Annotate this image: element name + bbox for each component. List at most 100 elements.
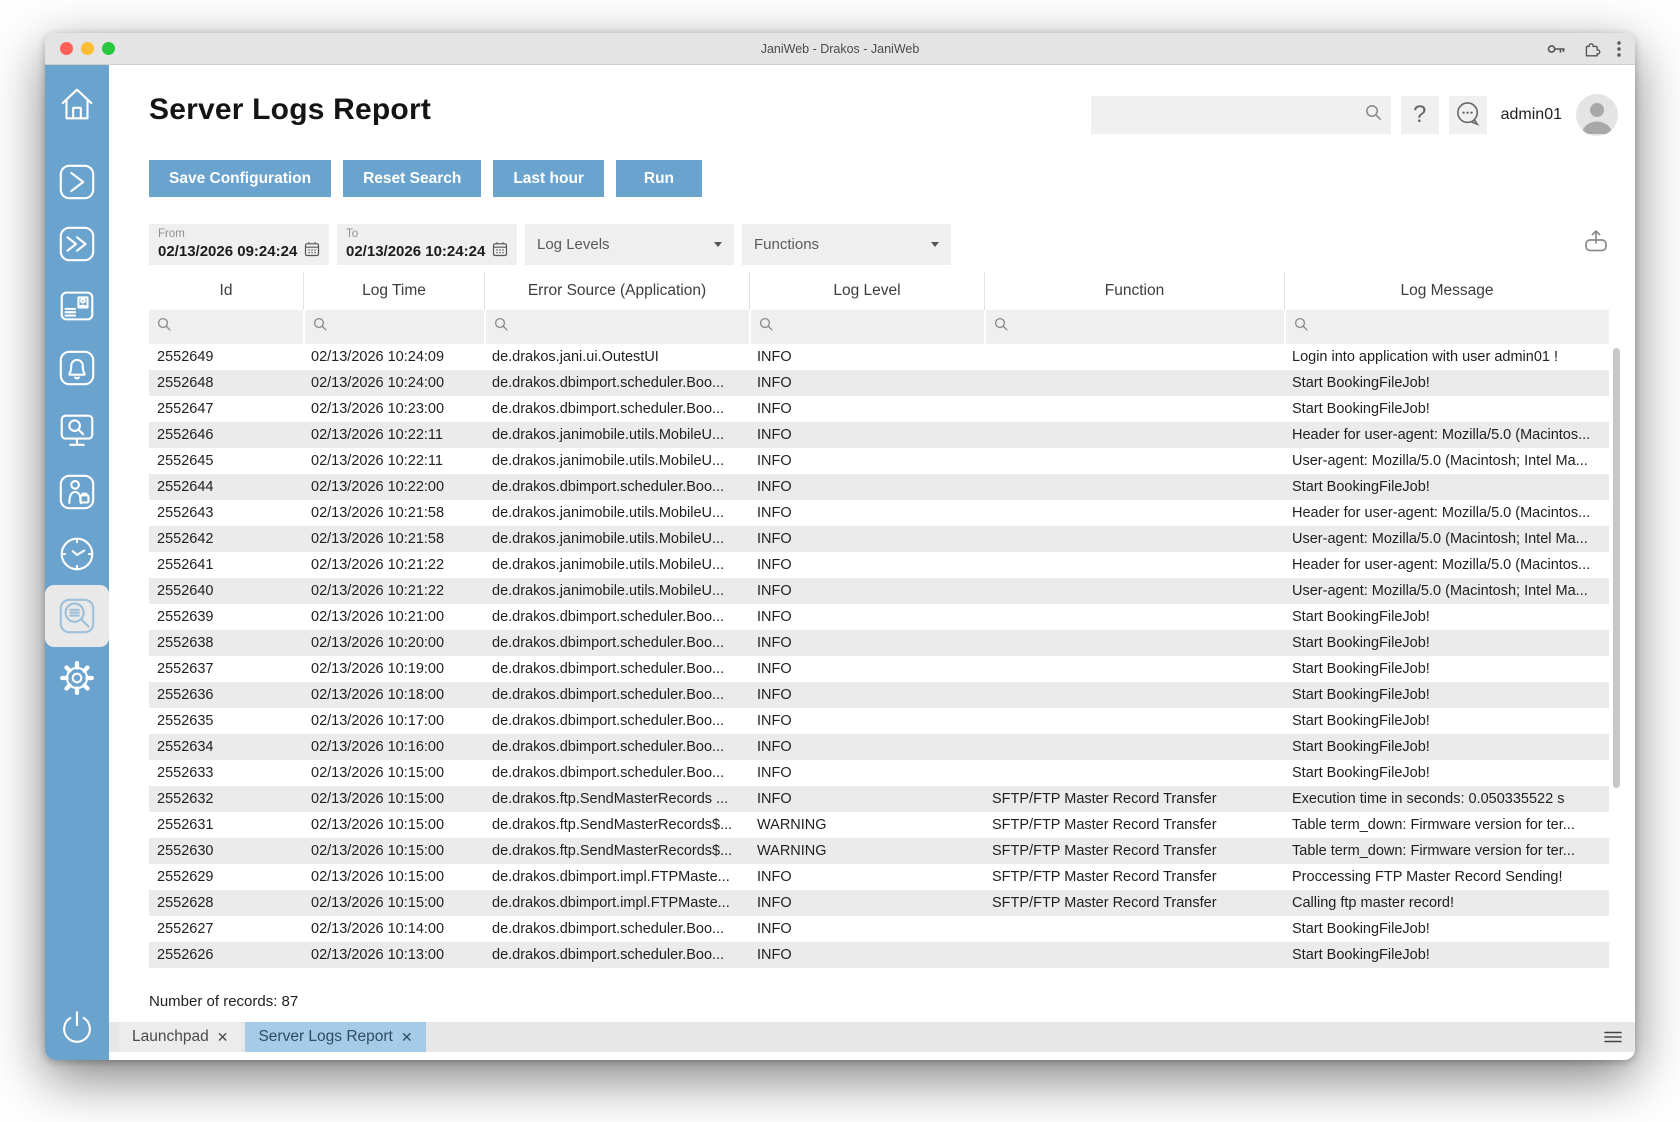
column-header-1[interactable]: Log Time <box>303 272 484 310</box>
log-row[interactable]: 255263802/13/2026 10:20:00de.drakos.dbim… <box>149 630 1609 656</box>
sidebar-item-processes[interactable] <box>45 213 109 275</box>
tab-list-menu-icon[interactable] <box>1604 1031 1622 1043</box>
run-button[interactable]: Run <box>616 160 702 197</box>
column-filter-input-0[interactable] <box>149 310 303 344</box>
chat-bubble-icon <box>1453 99 1483 132</box>
column-filter-input-4[interactable] <box>984 310 1284 344</box>
log-cell: Start BookingFileJob! <box>1284 942 1609 968</box>
help-button[interactable]: ? <box>1401 96 1439 134</box>
log-cell: INFO <box>749 682 984 708</box>
chevron-right-icon <box>56 161 98 203</box>
maximize-window-icon[interactable] <box>102 42 115 55</box>
log-cell: de.drakos.dbimport.scheduler.Boo... <box>484 708 749 734</box>
log-row[interactable]: 255262702/13/2026 10:14:00de.drakos.dbim… <box>149 916 1609 942</box>
column-filter-input-5[interactable] <box>1284 310 1609 344</box>
log-cell: Header for user-agent: Mozilla/5.0 (Maci… <box>1284 500 1609 526</box>
log-cell: 2552649 <box>149 344 303 370</box>
log-row[interactable]: 255263202/13/2026 10:15:00de.drakos.ftp.… <box>149 786 1609 812</box>
log-row[interactable]: 255262902/13/2026 10:15:00de.drakos.dbim… <box>149 864 1609 890</box>
sidebar-item-launch[interactable] <box>45 151 109 213</box>
log-row[interactable]: 255263402/13/2026 10:16:00de.drakos.dbim… <box>149 734 1609 760</box>
sidebar-item-server-logs[interactable] <box>45 585 109 647</box>
column-filter-input-2[interactable] <box>484 310 749 344</box>
extensions-icon[interactable] <box>1583 40 1601 58</box>
log-cell: INFO <box>749 396 984 422</box>
log-row[interactable]: 255263702/13/2026 10:19:00de.drakos.dbim… <box>149 656 1609 682</box>
log-cell <box>984 604 1284 630</box>
avatar[interactable] <box>1576 94 1618 136</box>
log-row[interactable]: 255264602/13/2026 10:22:11de.drakos.jani… <box>149 422 1609 448</box>
log-cell: SFTP/FTP Master Record Transfer <box>984 786 1284 812</box>
sidebar-item-settings[interactable] <box>45 647 109 709</box>
tab-close-icon[interactable]: ✕ <box>217 1029 229 1046</box>
log-row[interactable]: 255262602/13/2026 10:13:00de.drakos.dbim… <box>149 942 1609 968</box>
sidebar-item-monitor-search[interactable] <box>45 399 109 461</box>
log-row[interactable]: 255263502/13/2026 10:17:00de.drakos.dbim… <box>149 708 1609 734</box>
to-datetime-field[interactable]: To 02/13/2026 10:24:24 <box>337 224 517 265</box>
save-configuration-button[interactable]: Save Configuration <box>149 160 331 197</box>
traffic-lights <box>60 42 115 55</box>
log-cell <box>984 370 1284 396</box>
column-filter-input-3[interactable] <box>749 310 984 344</box>
export-button[interactable] <box>1579 225 1613 259</box>
log-row[interactable]: 255264702/13/2026 10:23:00de.drakos.dbim… <box>149 396 1609 422</box>
sidebar-item-hr[interactable] <box>45 461 109 523</box>
close-window-icon[interactable] <box>60 42 73 55</box>
sidebar-item-logout[interactable] <box>45 996 109 1058</box>
calendar-icon[interactable] <box>304 241 320 262</box>
column-header-4[interactable]: Function <box>984 272 1284 310</box>
log-row[interactable]: 255264402/13/2026 10:22:00de.drakos.dbim… <box>149 474 1609 500</box>
minimize-window-icon[interactable] <box>81 42 94 55</box>
log-row[interactable]: 255264102/13/2026 10:21:22de.drakos.jani… <box>149 552 1609 578</box>
log-cell <box>984 630 1284 656</box>
table-scrollbar-thumb[interactable] <box>1613 348 1620 788</box>
gear-icon <box>56 657 98 699</box>
log-row[interactable]: 255264902/13/2026 10:24:09de.drakos.jani… <box>149 344 1609 370</box>
column-header-3[interactable]: Log Level <box>749 272 984 310</box>
passkey-icon[interactable] <box>1547 42 1567 56</box>
log-row[interactable]: 255262802/13/2026 10:15:00de.drakos.dbim… <box>149 890 1609 916</box>
log-cell: 02/13/2026 10:15:00 <box>303 890 484 916</box>
log-cell <box>984 396 1284 422</box>
bell-icon <box>56 347 98 389</box>
log-cell: de.drakos.dbimport.scheduler.Boo... <box>484 396 749 422</box>
log-cell: 2552638 <box>149 630 303 656</box>
column-header-2[interactable]: Error Source (Application) <box>484 272 749 310</box>
reset-search-button[interactable]: Reset Search <box>343 160 481 197</box>
log-cell: 2552629 <box>149 864 303 890</box>
log-cell: Start BookingFileJob! <box>1284 474 1609 500</box>
search-icon <box>157 317 172 337</box>
log-cell: 02/13/2026 10:15:00 <box>303 864 484 890</box>
log-row[interactable]: 255264202/13/2026 10:21:58de.drakos.jani… <box>149 526 1609 552</box>
log-row[interactable]: 255264302/13/2026 10:21:58de.drakos.jani… <box>149 500 1609 526</box>
sidebar-item-notifications[interactable] <box>45 337 109 399</box>
feedback-button[interactable] <box>1449 96 1487 134</box>
log-levels-select[interactable]: Log Levels <box>525 224 734 265</box>
log-row[interactable]: 255263902/13/2026 10:21:00de.drakos.dbim… <box>149 604 1609 630</box>
log-row[interactable]: 255264502/13/2026 10:22:11de.drakos.jani… <box>149 448 1609 474</box>
log-row[interactable]: 255264802/13/2026 10:24:00de.drakos.dbim… <box>149 370 1609 396</box>
column-header-5[interactable]: Log Message <box>1284 272 1609 310</box>
column-filter-input-1[interactable] <box>303 310 484 344</box>
from-datetime-field[interactable]: From 02/13/2026 09:24:24 <box>149 224 329 265</box>
tab-server-logs-report[interactable]: Server Logs Report ✕ <box>245 1022 425 1052</box>
tab-launchpad[interactable]: Launchpad ✕ <box>119 1022 241 1052</box>
log-cell: Header for user-agent: Mozilla/5.0 (Maci… <box>1284 552 1609 578</box>
log-cell: 02/13/2026 10:16:00 <box>303 734 484 760</box>
log-row[interactable]: 255263102/13/2026 10:15:00de.drakos.ftp.… <box>149 812 1609 838</box>
log-row[interactable]: 255263602/13/2026 10:18:00de.drakos.dbim… <box>149 682 1609 708</box>
log-row[interactable]: 255263002/13/2026 10:15:00de.drakos.ftp.… <box>149 838 1609 864</box>
sidebar-item-contacts[interactable] <box>45 275 109 337</box>
global-search-input[interactable] <box>1091 96 1365 134</box>
log-row[interactable]: 255263302/13/2026 10:15:00de.drakos.dbim… <box>149 760 1609 786</box>
browser-menu-icon[interactable] <box>1617 41 1621 57</box>
sidebar-item-time[interactable] <box>45 523 109 585</box>
log-row[interactable]: 255264002/13/2026 10:21:22de.drakos.jani… <box>149 578 1609 604</box>
tab-close-icon[interactable]: ✕ <box>401 1029 413 1046</box>
column-header-0[interactable]: Id <box>149 272 303 310</box>
functions-select[interactable]: Functions <box>742 224 951 265</box>
calendar-icon[interactable] <box>492 241 508 262</box>
sidebar-item-home[interactable] <box>45 73 109 135</box>
last-hour-button[interactable]: Last hour <box>493 160 604 197</box>
log-cell: 02/13/2026 10:17:00 <box>303 708 484 734</box>
